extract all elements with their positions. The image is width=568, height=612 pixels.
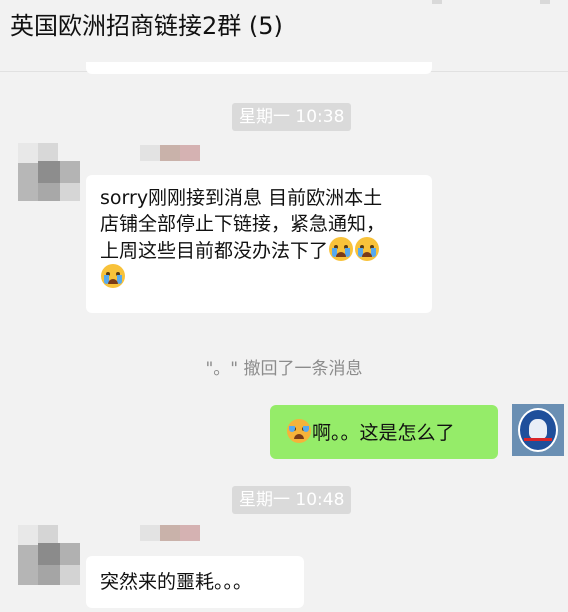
- avatar-name-blur: [140, 525, 160, 541]
- crying-emoji-icon: [355, 237, 380, 261]
- chelsea-crest-avatar[interactable]: [512, 404, 564, 456]
- timestamp: 星期一 10:48: [232, 486, 352, 514]
- previous-message-bubble: [86, 62, 432, 74]
- avatar-name-blur: [180, 145, 200, 161]
- message-text: 啊。。这是怎么了: [312, 422, 455, 444]
- lion-icon: [529, 419, 547, 439]
- crying-emoji-icon: [101, 264, 125, 288]
- header-divider: [540, 0, 550, 4]
- message-bubble-incoming[interactable]: sorry刚刚接到消息 目前欧洲本土 店铺全部停止下链接，紧急通知， 上周这些目…: [86, 175, 432, 313]
- avatar-name-blur: [180, 525, 200, 541]
- message-bubble-incoming[interactable]: 突然来的噩耗。。。: [86, 556, 304, 608]
- message-bubble-outgoing[interactable]: 啊。。这是怎么了: [270, 405, 498, 459]
- message-text: 突然来的噩耗。。。: [100, 571, 253, 593]
- avatar-name-blur: [140, 145, 160, 161]
- avatar-name-blur: [160, 145, 180, 161]
- avatar[interactable]: [18, 143, 80, 205]
- avatar[interactable]: [18, 525, 80, 587]
- timestamp: 星期一 10:38: [232, 103, 352, 131]
- avatar-name-blur: [160, 525, 180, 541]
- crest-bar: [524, 438, 552, 441]
- crying-emoji-icon: [329, 237, 354, 261]
- header-divider: [432, 0, 442, 4]
- chat-title: 英国欧洲招商链接2群 (5): [10, 12, 283, 40]
- recall-notice: "。" 撤回了一条消息: [205, 359, 363, 379]
- laughing-crying-emoji-icon: [287, 419, 311, 443]
